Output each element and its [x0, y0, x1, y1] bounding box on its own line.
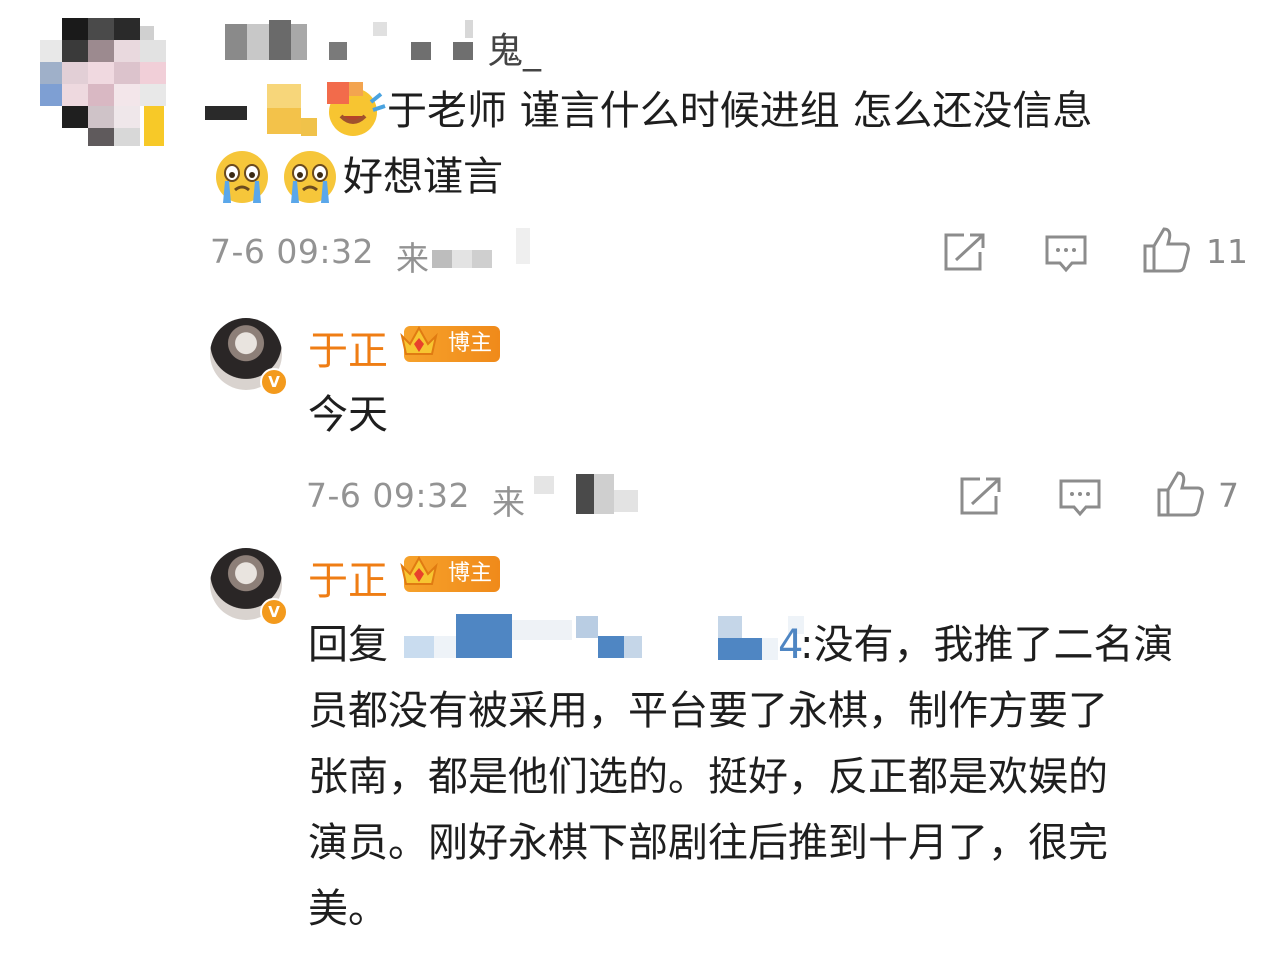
- reply-text-line5: 美。: [308, 886, 388, 932]
- obscured-block: [301, 118, 317, 136]
- reply-text: 今天: [308, 392, 388, 438]
- author-avatar[interactable]: V: [210, 318, 288, 396]
- obscured-block: [267, 84, 301, 108]
- reply-author-name[interactable]: 于正: [308, 318, 388, 376]
- thumbs-up-icon[interactable]: [1156, 470, 1206, 518]
- blogger-badge: 博主: [400, 555, 501, 592]
- blogger-badge-label: 博主: [448, 561, 493, 586]
- comment-icon[interactable]: [1044, 234, 1088, 274]
- reply-source-label: 来: [492, 483, 526, 522]
- crying-face-emoji-icon: [216, 151, 268, 203]
- reply-source-obscured: [534, 474, 644, 516]
- reply-timestamp: 7-6 09:32: [306, 476, 470, 515]
- emoji-face-icon: [327, 82, 386, 136]
- share-icon[interactable]: [942, 232, 986, 272]
- comment-timestamp: 7-6 09:32: [210, 232, 374, 271]
- comment-like-count: 11: [1206, 232, 1248, 271]
- reply-text-line4: 演员。刚好永棋下部剧往后推到十月了，很完: [308, 820, 1108, 866]
- username-visible-suffix: 鬼_: [487, 31, 542, 72]
- comment-text-line1: 于老师 谨言什么时候进组 怎么还没信息: [387, 88, 1093, 134]
- obscured-block: [205, 106, 247, 120]
- reply-author-name[interactable]: 于正: [308, 548, 388, 606]
- verified-badge-icon: V: [260, 368, 288, 396]
- author-avatar[interactable]: V: [210, 548, 288, 626]
- verified-badge-icon: V: [260, 598, 288, 626]
- reply-text-line1: :没有，我推了二名演: [800, 622, 1174, 668]
- share-icon[interactable]: [958, 476, 1002, 516]
- reply-text-line3: 张南，都是他们选的。挺好，反正都是欢娱的: [308, 754, 1108, 800]
- comment-text-line2: 好想谨言: [343, 154, 503, 200]
- crown-icon: [400, 555, 438, 585]
- obscured-block: [267, 108, 301, 134]
- mention-obscured[interactable]: 4: [400, 612, 820, 672]
- blogger-badge: 博主: [400, 325, 501, 362]
- thumbs-up-icon[interactable]: [1142, 226, 1192, 274]
- commenter-username-obscured[interactable]: 鬼_: [225, 20, 565, 72]
- reply-like-count: 7: [1218, 476, 1239, 515]
- comment-icon[interactable]: [1058, 478, 1102, 518]
- comment-source-label: 来: [396, 239, 430, 278]
- comment-body: 于老师 谨言什么时候进组 怎么还没信息 好想谨言: [205, 82, 1265, 222]
- comment-source-obscured: [432, 228, 542, 274]
- blogger-badge-label: 博主: [448, 331, 493, 356]
- reply-text-line2: 员都没有被采用，平台要了永棋，制作方要了: [308, 688, 1108, 734]
- commenter-avatar-pixelated[interactable]: [40, 16, 170, 146]
- reply-prefix: 回复: [308, 622, 388, 668]
- crying-face-emoji-icon: [284, 151, 336, 203]
- crown-icon: [400, 325, 438, 355]
